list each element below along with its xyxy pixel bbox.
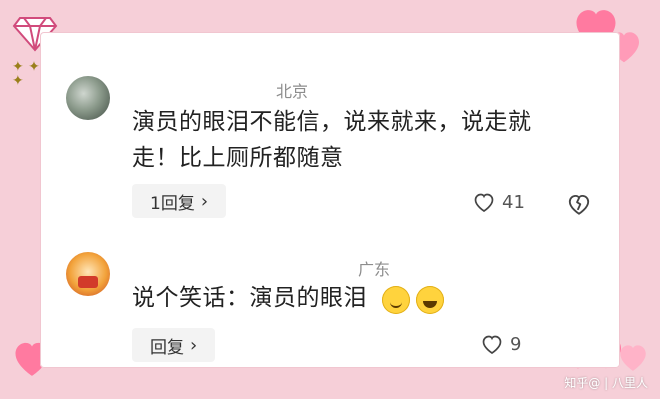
heart-icon <box>472 190 496 214</box>
comment-avatar[interactable] <box>66 252 110 296</box>
comments-card: 北京 演员的眼泪不能信，说来就来，说走就走！比上厕所都随意 1回复 › 41 广… <box>40 32 620 368</box>
chevron-right-icon: › <box>190 334 198 356</box>
dislike-button[interactable] <box>566 191 592 217</box>
sparkles-decoration-icon: ✦ ✦ ✦ <box>12 59 40 89</box>
like-count: 9 <box>510 333 522 355</box>
heart-icon <box>480 332 504 356</box>
crying-laughing-emoji-icon <box>382 286 410 314</box>
like-count: 41 <box>502 191 525 213</box>
reply-button-label: 回复 <box>150 337 184 358</box>
comment-text: 说个笑话：演员的眼泪 <box>132 285 367 311</box>
reply-button[interactable]: 1回复 › <box>132 184 227 218</box>
comment-text: 演员的眼泪不能信，说来就来，说走就走！比上厕所都随意 <box>132 109 532 171</box>
watermark: 知乎@ | 八里人 <box>564 376 648 390</box>
reply-button[interactable]: 回复 › <box>132 328 216 362</box>
comment-location: 北京 <box>276 82 309 101</box>
laughing-emoji-icon <box>416 286 444 314</box>
bottom-right-heart-decoration-icon <box>616 340 650 374</box>
comment-avatar[interactable] <box>66 76 110 120</box>
comment-location: 广东 <box>358 260 391 279</box>
chevron-right-icon: › <box>200 190 209 212</box>
like-button[interactable]: 41 <box>472 190 525 214</box>
reply-button-label: 1回复 <box>150 193 195 214</box>
broken-heart-icon <box>566 191 592 217</box>
like-button[interactable]: 9 <box>480 332 521 356</box>
